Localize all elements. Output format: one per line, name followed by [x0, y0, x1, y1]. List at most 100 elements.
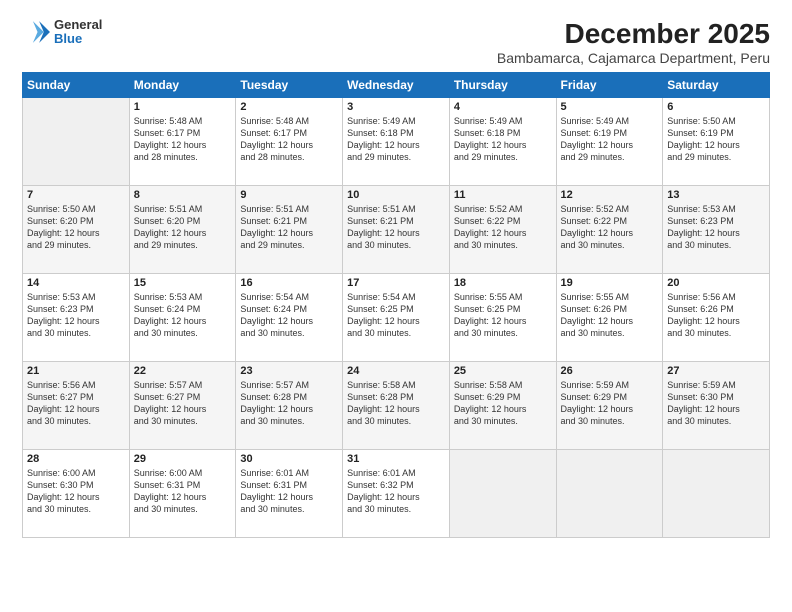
header-monday: Monday: [129, 73, 236, 98]
calendar-cell: 28 Sunrise: 6:00 AM Sunset: 6:30 PM Dayli…: [23, 450, 130, 538]
day-number: 9: [240, 189, 338, 201]
logo: General Blue: [22, 18, 102, 47]
day-info: Sunrise: 5:50 AM Sunset: 6:19 PM Dayligh…: [667, 115, 765, 164]
header-saturday: Saturday: [663, 73, 770, 98]
day-info: Sunrise: 5:52 AM Sunset: 6:22 PM Dayligh…: [454, 203, 552, 252]
calendar-cell: 18Sunrise: 5:55 AM Sunset: 6:25 PM Dayli…: [449, 274, 556, 362]
calendar-cell: 9 Sunrise: 5:51 AM Sunset: 6:21 PM Daylig…: [236, 186, 343, 274]
day-info: Sunrise: 5:56 AM Sunset: 6:26 PM Dayligh…: [667, 291, 765, 340]
day-info: Sunrise: 5:58 AM Sunset: 6:29 PM Dayligh…: [454, 379, 552, 428]
week-row-4: 28 Sunrise: 6:00 AM Sunset: 6:30 PM Dayli…: [23, 450, 770, 538]
logo-blue: Blue: [54, 32, 102, 46]
day-number: 24: [347, 365, 445, 377]
day-number: 30: [240, 453, 338, 465]
calendar-cell: 26 Sunrise: 5:59 AM Sunset: 6:29 PM Dayli…: [556, 362, 663, 450]
week-row-2: 14 Sunrise: 5:53 AM Sunset: 6:23 PM Dayli…: [23, 274, 770, 362]
header-thursday: Thursday: [449, 73, 556, 98]
day-number: 4: [454, 101, 552, 113]
calendar-title: December 2025: [497, 18, 770, 50]
day-info: Sunrise: 5:49 AM Sunset: 6:18 PM Dayligh…: [454, 115, 552, 164]
calendar-cell: 22Sunrise: 5:57 AM Sunset: 6:27 PM Dayli…: [129, 362, 236, 450]
logo-general: General: [54, 18, 102, 32]
header-tuesday: Tuesday: [236, 73, 343, 98]
day-number: 2: [240, 101, 338, 113]
calendar-cell: [449, 450, 556, 538]
day-info: Sunrise: 5:55 AM Sunset: 6:25 PM Dayligh…: [454, 291, 552, 340]
page: General Blue December 2025 Bambamarca, C…: [0, 0, 792, 612]
day-info: Sunrise: 5:49 AM Sunset: 6:18 PM Dayligh…: [347, 115, 445, 164]
day-info: Sunrise: 5:57 AM Sunset: 6:28 PM Dayligh…: [240, 379, 338, 428]
calendar-cell: 5 Sunrise: 5:49 AM Sunset: 6:19 PM Daylig…: [556, 98, 663, 186]
calendar-cell: 4 Sunrise: 5:49 AM Sunset: 6:18 PM Daylig…: [449, 98, 556, 186]
day-number: 16: [240, 277, 338, 289]
day-info: Sunrise: 6:00 AM Sunset: 6:31 PM Dayligh…: [134, 467, 232, 516]
day-number: 27: [667, 365, 765, 377]
day-number: 11: [454, 189, 552, 201]
calendar-subtitle: Bambamarca, Cajamarca Department, Peru: [497, 50, 770, 66]
calendar-cell: 8Sunrise: 5:51 AM Sunset: 6:20 PM Daylig…: [129, 186, 236, 274]
day-info: Sunrise: 6:01 AM Sunset: 6:32 PM Dayligh…: [347, 467, 445, 516]
day-info: Sunrise: 5:51 AM Sunset: 6:20 PM Dayligh…: [134, 203, 232, 252]
day-number: 3: [347, 101, 445, 113]
header-sunday: Sunday: [23, 73, 130, 98]
day-number: 17: [347, 277, 445, 289]
day-number: 15: [134, 277, 232, 289]
day-number: 5: [561, 101, 659, 113]
day-info: Sunrise: 5:53 AM Sunset: 6:23 PM Dayligh…: [667, 203, 765, 252]
day-info: Sunrise: 5:51 AM Sunset: 6:21 PM Dayligh…: [240, 203, 338, 252]
calendar-cell: 2Sunrise: 5:48 AM Sunset: 6:17 PM Daylig…: [236, 98, 343, 186]
day-number: 28: [27, 453, 125, 465]
calendar-cell: 1Sunrise: 5:48 AM Sunset: 6:17 PM Daylig…: [129, 98, 236, 186]
day-info: Sunrise: 5:59 AM Sunset: 6:30 PM Dayligh…: [667, 379, 765, 428]
calendar-cell: 16 Sunrise: 5:54 AM Sunset: 6:24 PM Dayli…: [236, 274, 343, 362]
day-number: 20: [667, 277, 765, 289]
day-info: Sunrise: 5:53 AM Sunset: 6:23 PM Dayligh…: [27, 291, 125, 340]
day-info: Sunrise: 6:01 AM Sunset: 6:31 PM Dayligh…: [240, 467, 338, 516]
calendar-cell: 20 Sunrise: 5:56 AM Sunset: 6:26 PM Dayli…: [663, 274, 770, 362]
day-info: Sunrise: 6:00 AM Sunset: 6:30 PM Dayligh…: [27, 467, 125, 516]
day-number: 21: [27, 365, 125, 377]
calendar-cell: 17Sunrise: 5:54 AM Sunset: 6:25 PM Dayli…: [343, 274, 450, 362]
calendar-cell: 19 Sunrise: 5:55 AM Sunset: 6:26 PM Dayli…: [556, 274, 663, 362]
calendar-cell: 15 Sunrise: 5:53 AM Sunset: 6:24 PM Dayli…: [129, 274, 236, 362]
day-number: 25: [454, 365, 552, 377]
day-number: 26: [561, 365, 659, 377]
calendar-cell: 31Sunrise: 6:01 AM Sunset: 6:32 PM Dayli…: [343, 450, 450, 538]
day-info: Sunrise: 5:51 AM Sunset: 6:21 PM Dayligh…: [347, 203, 445, 252]
day-info: Sunrise: 5:59 AM Sunset: 6:29 PM Dayligh…: [561, 379, 659, 428]
logo-text: General Blue: [54, 18, 102, 47]
day-info: Sunrise: 5:55 AM Sunset: 6:26 PM Dayligh…: [561, 291, 659, 340]
calendar-cell: 24Sunrise: 5:58 AM Sunset: 6:28 PM Dayli…: [343, 362, 450, 450]
day-info: Sunrise: 5:49 AM Sunset: 6:19 PM Dayligh…: [561, 115, 659, 164]
calendar-cell: 14 Sunrise: 5:53 AM Sunset: 6:23 PM Dayli…: [23, 274, 130, 362]
calendar-cell: 11 Sunrise: 5:52 AM Sunset: 6:22 PM Dayli…: [449, 186, 556, 274]
calendar-cell: 30 Sunrise: 6:01 AM Sunset: 6:31 PM Dayli…: [236, 450, 343, 538]
day-info: Sunrise: 5:54 AM Sunset: 6:24 PM Dayligh…: [240, 291, 338, 340]
calendar-header: SundayMondayTuesdayWednesdayThursdayFrid…: [23, 73, 770, 98]
day-number: 12: [561, 189, 659, 201]
day-number: 22: [134, 365, 232, 377]
calendar-cell: 3 Sunrise: 5:49 AM Sunset: 6:18 PM Daylig…: [343, 98, 450, 186]
calendar-cell: 25 Sunrise: 5:58 AM Sunset: 6:29 PM Dayli…: [449, 362, 556, 450]
day-number: 23: [240, 365, 338, 377]
calendar-cell: 27 Sunrise: 5:59 AM Sunset: 6:30 PM Dayli…: [663, 362, 770, 450]
day-number: 7: [27, 189, 125, 201]
calendar-cell: 21Sunrise: 5:56 AM Sunset: 6:27 PM Dayli…: [23, 362, 130, 450]
header-friday: Friday: [556, 73, 663, 98]
calendar-cell: 6Sunrise: 5:50 AM Sunset: 6:19 PM Daylig…: [663, 98, 770, 186]
day-number: 29: [134, 453, 232, 465]
week-row-0: 1Sunrise: 5:48 AM Sunset: 6:17 PM Daylig…: [23, 98, 770, 186]
week-row-1: 7 Sunrise: 5:50 AM Sunset: 6:20 PM Daylig…: [23, 186, 770, 274]
day-number: 19: [561, 277, 659, 289]
day-info: Sunrise: 5:53 AM Sunset: 6:24 PM Dayligh…: [134, 291, 232, 340]
day-info: Sunrise: 5:52 AM Sunset: 6:22 PM Dayligh…: [561, 203, 659, 252]
header: General Blue December 2025 Bambamarca, C…: [22, 18, 770, 66]
day-number: 10: [347, 189, 445, 201]
header-row: SundayMondayTuesdayWednesdayThursdayFrid…: [23, 73, 770, 98]
calendar-cell: [23, 98, 130, 186]
day-info: Sunrise: 5:50 AM Sunset: 6:20 PM Dayligh…: [27, 203, 125, 252]
header-wednesday: Wednesday: [343, 73, 450, 98]
title-block: December 2025 Bambamarca, Cajamarca Depa…: [497, 18, 770, 66]
day-number: 14: [27, 277, 125, 289]
calendar-cell: [663, 450, 770, 538]
